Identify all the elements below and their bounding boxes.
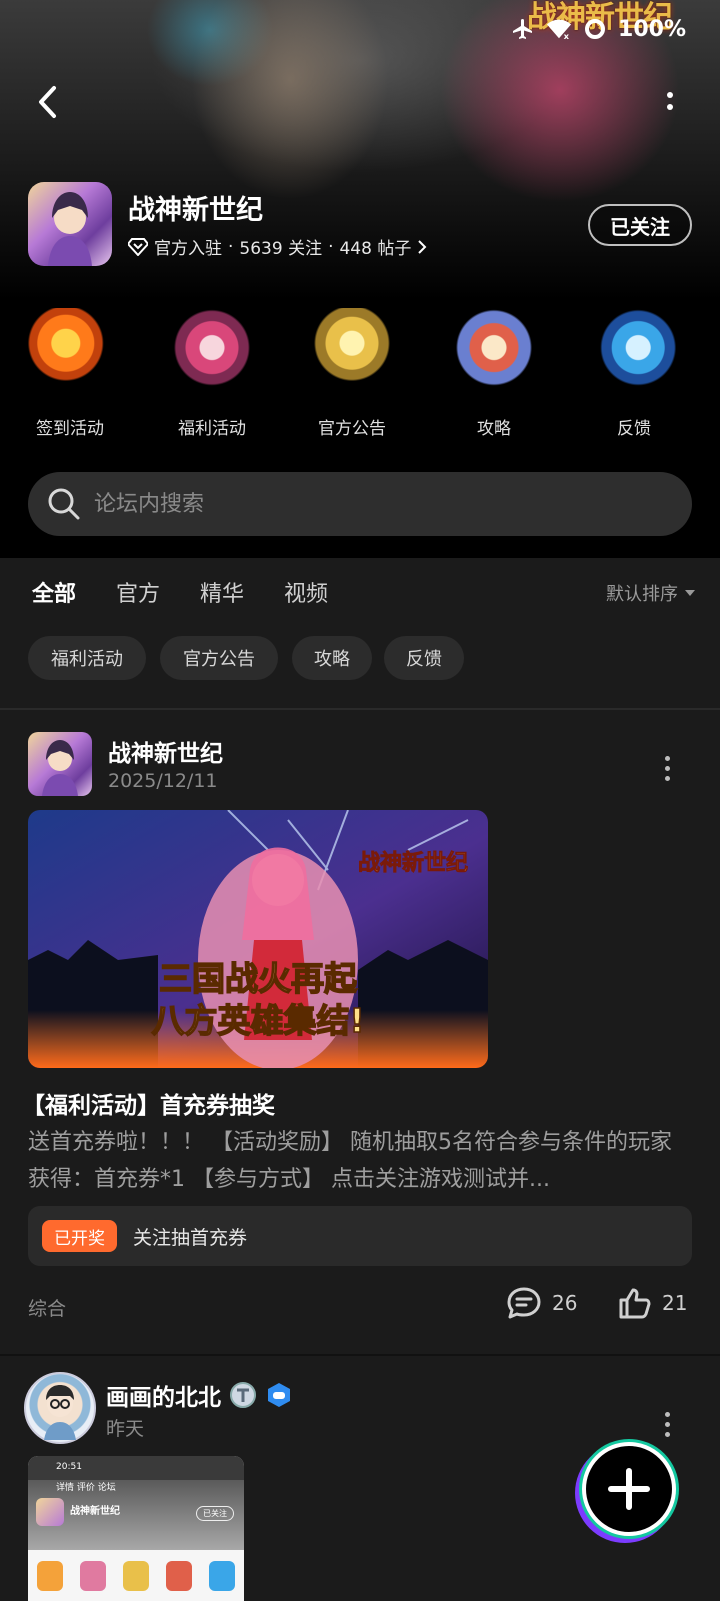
post-category[interactable]: 综合 (28, 1294, 66, 1321)
chip-welfare[interactable]: 福利活动 (28, 636, 146, 680)
diamond-icon (128, 237, 148, 256)
post-more-button[interactable] (665, 1412, 670, 1437)
welfare-hero-icon (170, 308, 254, 396)
post-date: 2025/12/11 (108, 770, 218, 792)
cover-headline-1: 三国战火再起 (159, 959, 358, 998)
back-button[interactable] (28, 82, 68, 122)
chip-feedback[interactable]: 反馈 (384, 636, 464, 680)
tab-video[interactable]: 视频 (284, 576, 328, 608)
cover-logo: 战神新世纪 (358, 850, 468, 876)
checkin-hero-icon (28, 308, 112, 396)
wifi-icon: x (546, 16, 572, 42)
author-name[interactable]: 战神新世纪 (108, 734, 223, 768)
post-filter-bar: 全部 官方 精华 视频 默认排序 福利活动 官方公告 攻略 反馈 (0, 558, 720, 708)
chip-announcement[interactable]: 官方公告 (160, 636, 278, 680)
game-info: 战神新世纪 官方入驻 · 5639 关注 · 448 帖子 已关注 (28, 182, 692, 270)
chevron-left-icon (39, 86, 56, 118)
comment-icon (507, 1287, 541, 1319)
post-date: 昨天 (106, 1418, 145, 1440)
chip-guide[interactable]: 攻略 (292, 636, 372, 680)
post-cover-image[interactable]: 战神新世纪 三国战火再起 八方英雄集结! (28, 810, 488, 1068)
post-count: 448 帖子 (339, 239, 412, 259)
chevron-right-icon (418, 239, 427, 254)
svg-text:x: x (564, 31, 570, 41)
more-options-button[interactable] (660, 86, 680, 116)
thumb-status: 20:51 (28, 1456, 244, 1480)
quick-entry-welfare[interactable]: 福利活动 (152, 300, 272, 440)
quick-entry-row: 签到活动 福利活动 官方公告 攻略 反馈 (0, 300, 720, 448)
guide-hero-icon (452, 308, 536, 396)
gamer-badge-icon (268, 1383, 290, 1407)
official-label: 官方入驻 (154, 239, 222, 259)
sort-label: 默认排序 (606, 584, 678, 605)
quick-entry-guide[interactable]: 攻略 (434, 300, 554, 440)
comment-button[interactable]: 26 (506, 1286, 577, 1320)
battery-ring-icon (582, 16, 608, 42)
author-avatar[interactable] (28, 732, 92, 796)
caret-down-icon (685, 590, 695, 596)
post-title[interactable]: 【福利活动】首充券抽奖 (22, 1086, 275, 1120)
tab-all[interactable]: 全部 (32, 576, 76, 612)
game-title: 战神新世纪 (128, 195, 263, 226)
post-card[interactable]: 战神新世纪 2025/12/11 战神新世纪 三国战火再起 八方英雄集结! 【福… (0, 710, 720, 1354)
feedback-hero-icon (592, 308, 676, 396)
comment-count: 26 (552, 1291, 578, 1315)
lottery-title: 关注抽首充券 (133, 1226, 248, 1249)
thumb-quick-row (28, 1550, 244, 1601)
follow-button[interactable]: 已关注 (588, 204, 692, 246)
search-icon (48, 488, 80, 520)
thumbs-up-icon (619, 1288, 651, 1319)
sort-dropdown[interactable]: 默认排序 (606, 580, 696, 606)
airplane-icon (510, 16, 536, 42)
search-input[interactable] (94, 491, 634, 517)
post-excerpt[interactable]: 送首充券啦！！！ 【活动奖励】 随机抽取5名符合参与条件的玩家获得：首充券*1 … (28, 1124, 692, 1198)
cover-headline-2: 八方英雄集结! (151, 1001, 364, 1040)
game-avatar[interactable] (28, 182, 112, 266)
tester-badge-icon (230, 1382, 256, 1408)
quick-entry-announcement[interactable]: 官方公告 (292, 300, 412, 440)
author-name-row[interactable]: 画画的北北 (106, 1378, 293, 1412)
post-screenshot-thumbnail[interactable]: 20:51 详情 评价 论坛 战神新世纪 已关注 (28, 1456, 244, 1601)
like-button[interactable]: 21 (618, 1286, 687, 1320)
game-stats[interactable]: 官方入驻 · 5639 关注 · 448 帖子 (128, 234, 427, 259)
lottery-card[interactable]: 已开奖 关注抽首充券 (28, 1206, 692, 1266)
quick-entry-feedback[interactable]: 反馈 (574, 300, 694, 440)
tab-featured[interactable]: 精华 (200, 576, 244, 608)
tab-official[interactable]: 官方 (116, 576, 160, 608)
post-more-button[interactable] (665, 756, 670, 781)
battery-level: 100% (618, 16, 686, 42)
author-name: 画画的北北 (106, 1385, 221, 1411)
quick-entry-checkin[interactable]: 签到活动 (10, 300, 130, 440)
lottery-status-badge: 已开奖 (42, 1220, 117, 1252)
author-avatar[interactable] (24, 1372, 96, 1444)
thumb-header: 详情 评价 论坛 战神新世纪 已关注 (28, 1480, 244, 1550)
game-header: 战神新世纪 x 100% 战神新世纪 官方入驻 · 5639 关注 · 448 … (0, 0, 720, 558)
announcement-hero-icon (310, 308, 394, 396)
thumb-avatar (36, 1498, 64, 1526)
follow-count: 5639 关注 (239, 239, 323, 259)
forum-search[interactable] (28, 472, 692, 536)
create-post-button[interactable] (582, 1442, 676, 1536)
like-count: 21 (662, 1291, 688, 1315)
status-bar: x 100% (510, 16, 686, 42)
plus-icon (608, 1468, 650, 1510)
